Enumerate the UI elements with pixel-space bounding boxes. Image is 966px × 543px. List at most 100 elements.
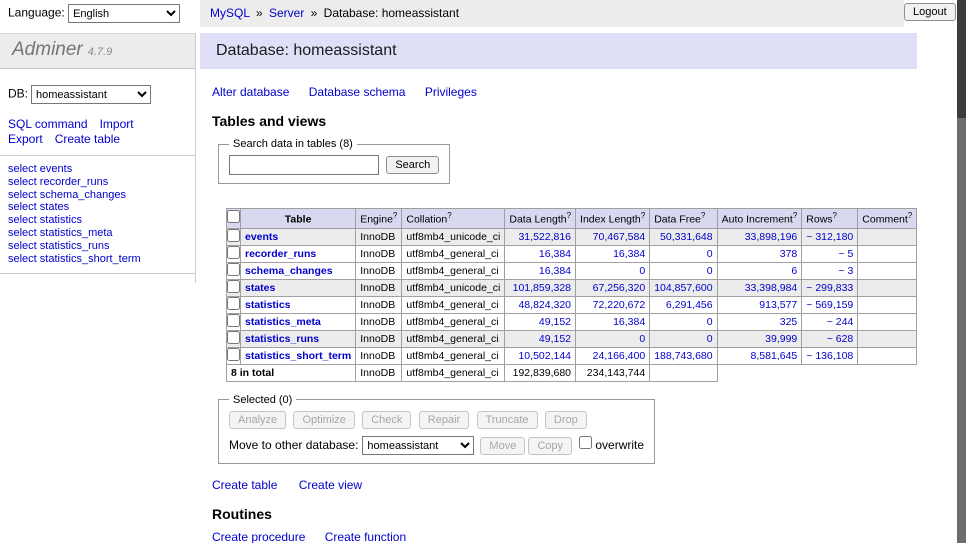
data-length-link[interactable]: 10,502,144 — [518, 350, 571, 362]
row-checkbox[interactable] — [227, 314, 240, 327]
check-button[interactable]: Check — [362, 411, 411, 429]
table-name-link[interactable]: statistics_short_term — [245, 350, 351, 362]
create-table-link[interactable]: Create table — [55, 132, 120, 146]
repair-button[interactable]: Repair — [419, 411, 469, 429]
auto-increment-link[interactable]: 6 — [791, 265, 797, 277]
rows-count-link[interactable]: ~ 569,159 — [806, 299, 853, 311]
data-length-link[interactable]: 49,152 — [539, 333, 571, 345]
language-select[interactable]: English — [68, 4, 180, 23]
privileges-link[interactable]: Privileges — [425, 85, 477, 99]
rows-count-link[interactable]: ~ 312,180 — [806, 231, 853, 243]
row-checkbox[interactable] — [227, 331, 240, 344]
drop-button[interactable]: Drop — [545, 411, 587, 429]
table-name-link[interactable]: schema_changes — [245, 265, 333, 277]
row-checkbox[interactable] — [227, 297, 240, 310]
row-checkbox[interactable] — [227, 280, 240, 293]
auto-increment-link[interactable]: 378 — [780, 248, 798, 260]
db-select[interactable]: homeassistant — [31, 85, 151, 104]
index-length-link[interactable]: 0 — [639, 333, 645, 345]
auto-increment-link[interactable]: 39,999 — [765, 333, 797, 345]
index-length-link[interactable]: 0 — [639, 265, 645, 277]
row-checkbox[interactable] — [227, 348, 240, 361]
data-length-link[interactable]: 101,859,328 — [513, 282, 571, 294]
index-length-link[interactable]: 67,256,320 — [593, 282, 646, 294]
table-name-link[interactable]: statistics_meta — [245, 316, 321, 328]
rows-count-link[interactable]: ~ 3 — [838, 265, 853, 277]
sql-command-link[interactable]: SQL command — [8, 117, 88, 131]
data-length-link[interactable]: 16,384 — [539, 248, 571, 260]
help-icon[interactable]: ? — [641, 211, 645, 220]
rows-count-link[interactable]: ~ 136,108 — [806, 350, 853, 362]
table-name-link[interactable]: recorder_runs — [245, 248, 316, 260]
create-function-link[interactable]: Create function — [325, 530, 406, 543]
auto-increment-link[interactable]: 325 — [780, 316, 798, 328]
move-db-select[interactable]: homeassistant — [362, 436, 474, 455]
data-free-link[interactable]: 104,857,600 — [654, 282, 712, 294]
data-free-link[interactable]: 0 — [707, 333, 713, 345]
data-length-link[interactable]: 31,522,816 — [518, 231, 571, 243]
logout-button[interactable]: Logout — [904, 3, 956, 21]
auto-increment-link[interactable]: 913,577 — [759, 299, 797, 311]
analyze-button[interactable]: Analyze — [229, 411, 286, 429]
help-icon[interactable]: ? — [447, 211, 451, 220]
sidebar-item-select-statistics[interactable]: select statistics — [8, 214, 195, 227]
help-icon[interactable]: ? — [793, 211, 797, 220]
data-free-link[interactable]: 0 — [707, 265, 713, 277]
import-link[interactable]: Import — [100, 117, 134, 131]
help-icon[interactable]: ? — [567, 211, 571, 220]
select-all-checkbox[interactable] — [227, 210, 240, 223]
auto-increment-link[interactable]: 33,898,196 — [745, 231, 798, 243]
rows-count-link[interactable]: ~ 5 — [838, 248, 853, 260]
sidebar-item-select-states[interactable]: select states — [8, 201, 195, 214]
alter-database-link[interactable]: Alter database — [212, 85, 289, 99]
copy-button[interactable]: Copy — [528, 437, 572, 455]
breadcrumb-mysql-link[interactable]: MySQL — [210, 6, 250, 20]
index-length-link[interactable]: 16,384 — [613, 248, 645, 260]
overwrite-checkbox[interactable] — [579, 436, 592, 449]
rows-count-link[interactable]: ~ 299,833 — [806, 282, 853, 294]
auto-increment-link[interactable]: 8,581,645 — [751, 350, 798, 362]
truncate-button[interactable]: Truncate — [477, 411, 538, 429]
table-name-link[interactable]: statistics_runs — [245, 333, 319, 345]
data-free-link[interactable]: 6,291,456 — [666, 299, 713, 311]
rows-count-link[interactable]: ~ 628 — [827, 333, 854, 345]
search-input[interactable] — [229, 155, 379, 175]
help-icon[interactable]: ? — [908, 211, 912, 220]
data-free-link[interactable]: 0 — [707, 248, 713, 260]
scrollbar[interactable] — [957, 0, 966, 543]
app-logo[interactable]: Adminer4.7.9 — [0, 33, 195, 69]
create-procedure-link[interactable]: Create procedure — [212, 530, 305, 543]
data-length-link[interactable]: 49,152 — [539, 316, 571, 328]
data-free-link[interactable]: 50,331,648 — [660, 231, 713, 243]
index-length-link[interactable]: 24,166,400 — [593, 350, 646, 362]
sidebar-item-select-recorder-runs[interactable]: select recorder_runs — [8, 176, 195, 189]
row-checkbox[interactable] — [227, 263, 240, 276]
rows-count-link[interactable]: ~ 244 — [827, 316, 854, 328]
row-checkbox[interactable] — [227, 246, 240, 259]
help-icon[interactable]: ? — [833, 211, 837, 220]
table-name-link[interactable]: states — [245, 282, 275, 294]
create-view-link[interactable]: Create view — [299, 478, 362, 492]
help-icon[interactable]: ? — [701, 211, 705, 220]
search-button[interactable]: Search — [386, 156, 439, 174]
sidebar-item-select-statistics-short-term[interactable]: select statistics_short_term — [8, 253, 195, 266]
sidebar-item-select-events[interactable]: select events — [8, 163, 195, 176]
index-length-link[interactable]: 72,220,672 — [593, 299, 646, 311]
sidebar-item-select-statistics-runs[interactable]: select statistics_runs — [8, 240, 195, 253]
sidebar-item-select-schema-changes[interactable]: select schema_changes — [8, 189, 195, 202]
optimize-button[interactable]: Optimize — [293, 411, 354, 429]
table-name-link[interactable]: events — [245, 231, 278, 243]
database-schema-link[interactable]: Database schema — [309, 85, 406, 99]
create-table-link-main[interactable]: Create table — [212, 478, 277, 492]
help-icon[interactable]: ? — [393, 211, 397, 220]
data-length-link[interactable]: 16,384 — [539, 265, 571, 277]
table-name-link[interactable]: statistics — [245, 299, 291, 311]
index-length-link[interactable]: 70,467,584 — [593, 231, 646, 243]
export-link[interactable]: Export — [8, 132, 43, 146]
data-free-link[interactable]: 188,743,680 — [654, 350, 712, 362]
index-length-link[interactable]: 16,384 — [613, 316, 645, 328]
auto-increment-link[interactable]: 33,398,984 — [745, 282, 798, 294]
scrollbar-thumb[interactable] — [957, 0, 966, 118]
breadcrumb-server-link[interactable]: Server — [269, 6, 304, 20]
row-checkbox[interactable] — [227, 229, 240, 242]
